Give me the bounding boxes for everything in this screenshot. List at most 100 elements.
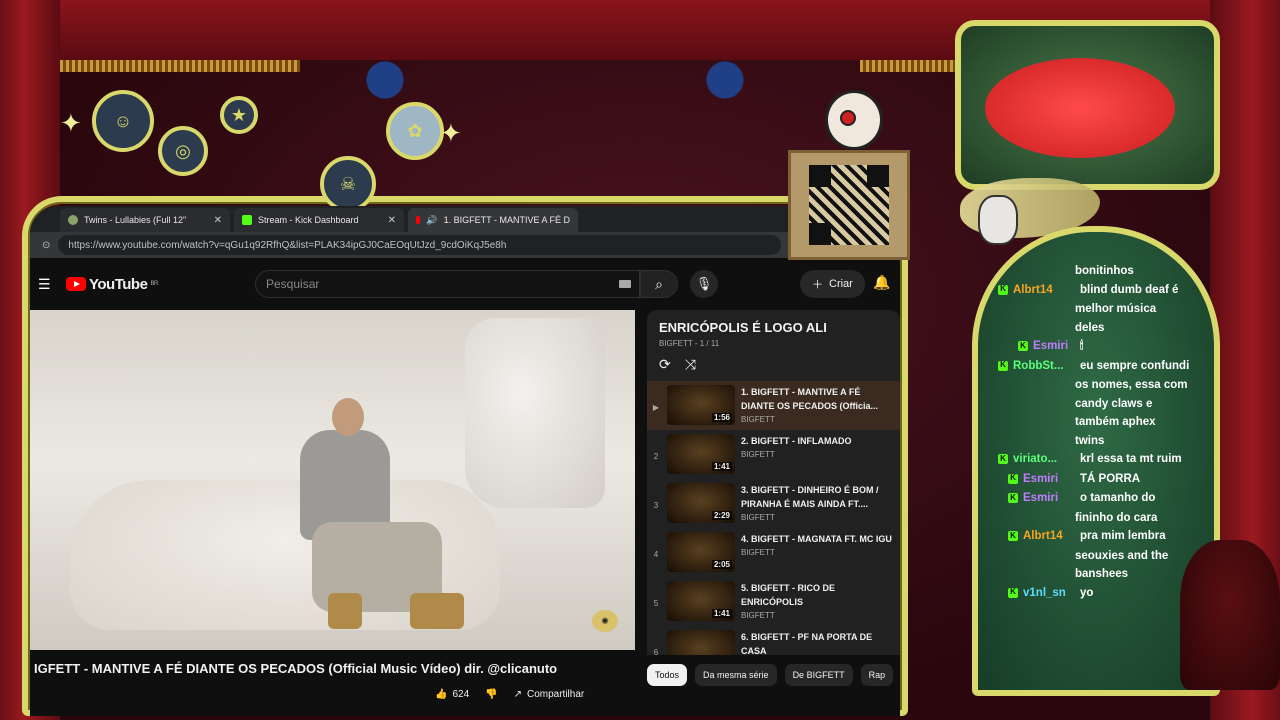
notifications-bell-icon[interactable]: 🔔: [873, 274, 890, 291]
playlist-item-index: 2: [653, 452, 659, 461]
duration: 1:41: [711, 462, 732, 471]
chat-text: blind dumb deaf é: [1080, 283, 1179, 296]
playlist-item[interactable]: 2 1:41 2. BIGFETT - INFLAMADO BIGFETT: [647, 430, 900, 479]
chat-username[interactable]: Esmiri: [1023, 489, 1075, 508]
video-watermark-icon: ✺: [592, 610, 618, 632]
shuffle-icon[interactable]: ⤨: [685, 356, 696, 373]
share-label: Compartilhar: [526, 689, 585, 700]
tab-twins[interactable]: Twins - Lullabies (Full 12" ✕: [60, 208, 230, 232]
chip-all[interactable]: Todos: [647, 664, 688, 686]
chip-from-channel[interactable]: De BIGFETT: [784, 664, 853, 686]
tab-kick-dashboard[interactable]: Stream - Kick Dashboard ✕: [234, 208, 404, 232]
video-title: IGFETT - MANTIVE A FÉ DIANTE OS PECADOS …: [34, 661, 558, 676]
chat-message: K Esmiri 🕯: [998, 337, 1198, 356]
create-button[interactable]: ＋ Criar: [800, 270, 865, 298]
playlist-item[interactable]: 3 2:29 3. BIGFETT - DINHEIRO É BOM / PIR…: [647, 479, 900, 528]
kick-badge-icon: K: [998, 454, 1008, 464]
chat-message-continuation: candy claws e: [1075, 397, 1153, 410]
close-tab-icon[interactable]: ✕: [214, 215, 222, 226]
playlist-item[interactable]: 6 6. BIGFETT - PF NA PORTA DE CASA: [647, 626, 900, 655]
playlist-item-title: 3. BIGFETT - DINHEIRO É BOM / PIRANHA É …: [741, 485, 879, 509]
playlist-item[interactable]: ▶ 1:56 1. BIGFETT - MANTIVE A FÉ DIANTE …: [647, 381, 900, 430]
like-button[interactable]: 👍 624: [435, 689, 469, 700]
tab-label: Twins - Lullabies (Full 12": [84, 215, 187, 225]
playlist-title[interactable]: ENRICÓPOLIS É LOGO ALI: [647, 310, 900, 335]
kick-badge-icon: K: [1008, 531, 1018, 541]
chat-message: K viriato... krl essa ta mt ruim: [998, 450, 1198, 469]
dislike-button[interactable]: 👎: [485, 689, 497, 700]
chip-rap[interactable]: Rap: [860, 664, 894, 686]
chat-username[interactable]: RobbSt...: [1013, 357, 1075, 376]
voice-search-button[interactable]: 🎙: [690, 270, 718, 298]
share-button[interactable]: ↗ Compartilhar: [514, 689, 585, 700]
kick-badge-icon: K: [1018, 341, 1028, 351]
tab-label: 1. BIGFETT - MANTIVE A FÉ D: [443, 215, 570, 225]
skull-avatar-icon: ☠: [320, 156, 376, 212]
youtube-logo-icon: [66, 277, 86, 291]
demon-figure: [1180, 540, 1280, 690]
ghost-face: [978, 195, 1018, 245]
chat-message-continuation: fininho do cara: [1075, 511, 1158, 524]
sparkle-icon: ✦: [60, 108, 82, 138]
search-button[interactable]: ⌕: [640, 270, 678, 298]
video-frame-boot: [328, 593, 362, 629]
close-tab-icon[interactable]: ✕: [388, 215, 396, 226]
kick-icon: [242, 215, 252, 225]
playlist-item-index: 5: [653, 599, 659, 608]
site-info-icon[interactable]: ⊙: [42, 240, 50, 251]
url-field[interactable]: https://www.youtube.com/watch?v=qGu1q92R…: [58, 235, 781, 255]
chat-message: K RobbSt... eu sempre confundi: [998, 357, 1198, 376]
video-actions: 👍 624 👎 ↗ Compartilhar: [435, 689, 584, 700]
create-label: Criar: [829, 278, 853, 290]
keyboard-icon[interactable]: [619, 280, 631, 288]
tab-youtube[interactable]: 🔊 1. BIGFETT - MANTIVE A FÉ D: [408, 208, 578, 232]
video-player[interactable]: ✺: [30, 310, 635, 650]
video-frame-boot: [410, 593, 464, 629]
playlist-item-index: 6: [653, 648, 659, 655]
girl-avatar-icon: ✿: [386, 102, 444, 160]
chat-username[interactable]: v1nl_sn: [1023, 584, 1075, 603]
playlist-thumbnail: [667, 630, 735, 655]
mascot-eye: [840, 110, 856, 126]
chat-message-continuation: bonitinhos: [1075, 265, 1134, 277]
chip-same-series[interactable]: Da mesma série: [695, 664, 777, 686]
playlist-thumbnail: 2:29: [667, 483, 735, 523]
playlist-item-title: 4. BIGFETT - MAGNATA FT. MC IGU: [741, 534, 892, 544]
playlist-item[interactable]: 5 1:41 5. BIGFETT - RICO DE ENRICÓPOLIS B…: [647, 577, 900, 626]
chat-message-continuation: seouxies and the: [1075, 549, 1169, 562]
chat-text: pra mim lembra: [1080, 530, 1166, 542]
chat-username[interactable]: Albrt14: [1013, 281, 1075, 300]
chat-username[interactable]: Esmiri: [1033, 337, 1075, 356]
playlist-thumbnail: 1:41: [667, 434, 735, 474]
chat-text: TÁ PORRA: [1080, 472, 1141, 485]
playlist-items: ▶ 1:56 1. BIGFETT - MANTIVE A FÉ DIANTE …: [647, 381, 900, 655]
chat-message-list: bonitinhos K Albrt14 blind dumb deaf é m…: [998, 262, 1198, 603]
chat-text: krl essa ta mt ruim: [1080, 453, 1182, 465]
playlist-thumbnail: 1:56: [667, 385, 735, 425]
portrait-avatar-icon: ☺: [92, 90, 154, 152]
playlist-item[interactable]: 4 2:05 4. BIGFETT - MAGNATA FT. MC IGU BI…: [647, 528, 900, 577]
filter-chips: Todos Da mesma série De BIGFETT Rap: [647, 664, 894, 686]
search-input[interactable]: Pesquisar: [255, 270, 640, 298]
playlist-panel: ENRICÓPOLIS É LOGO ALI BIGFETT - 1 / 11 …: [647, 310, 900, 655]
youtube-logo[interactable]: YouTube BR: [66, 276, 158, 293]
video-frame-person-head: [332, 398, 364, 436]
playlist-item-channel: BIGFETT: [741, 611, 775, 620]
chat-message-continuation: banshees: [1075, 568, 1129, 580]
hamburger-menu-icon[interactable]: ☰: [38, 276, 52, 293]
chat-username[interactable]: viriato...: [1013, 450, 1075, 469]
chat-username[interactable]: Esmiri: [1023, 470, 1075, 489]
twins-avatar-icon: [68, 215, 78, 225]
chat-message: K Albrt14 blind dumb deaf é: [998, 281, 1198, 300]
playlist-item-index: 4: [653, 550, 659, 559]
region-code: BR: [150, 281, 158, 287]
chat-text: o tamanho do: [1080, 492, 1156, 504]
share-icon: ↗: [513, 689, 522, 700]
loop-icon[interactable]: ⟳: [659, 356, 671, 373]
thumbs-up-icon: 👍: [435, 689, 448, 700]
youtube-icon: [416, 216, 421, 224]
chat-username[interactable]: Albrt14: [1023, 527, 1075, 546]
kick-badge-icon: K: [998, 284, 1008, 295]
chat-message: K Esmiri o tamanho do: [998, 489, 1198, 508]
audio-icon[interactable]: 🔊: [426, 215, 437, 226]
